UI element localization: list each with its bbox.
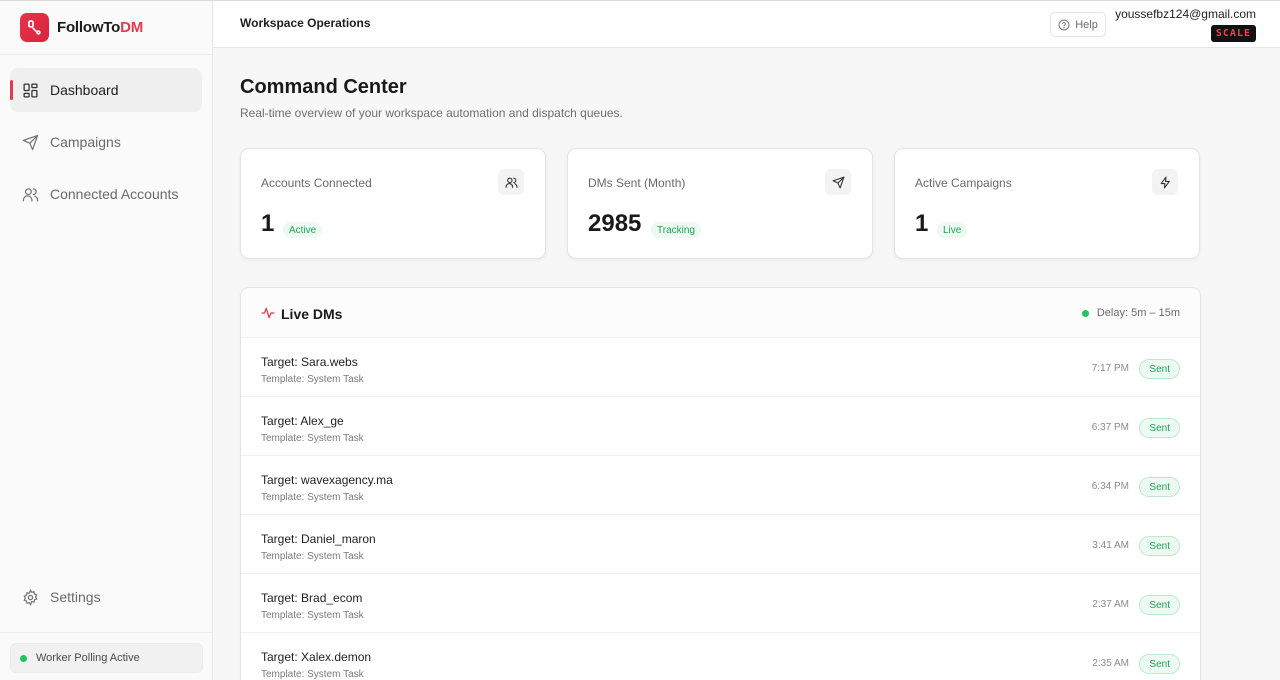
status-badge: Active [283,222,323,238]
live-dms-title: Live DMs [281,306,343,322]
send-icon [22,134,39,150]
worker-status-area: Worker Polling Active [0,632,212,680]
dm-template: Template: System Task [261,374,364,385]
dm-target: Target: Xalex.demon [261,650,372,664]
status-badge: Live [937,222,968,238]
stat-value: 1 [261,210,275,237]
dm-time: 6:37 PM [1091,422,1129,433]
dm-status-badge: Sent [1139,359,1180,379]
dm-target: Target: wavexagency.ma [261,473,393,487]
plan-badge: SCALE [1210,25,1256,42]
worker-status-text: Worker Polling Active [36,652,140,664]
page-subtitle: Real-time overview of your workspace aut… [240,106,623,120]
sidebar-item-connected-accounts[interactable]: Connected Accounts [10,172,202,216]
dm-row[interactable]: Target: Daniel_maron Template: System Ta… [241,515,1200,574]
dm-status-badge: Sent [1139,595,1180,615]
send-icon [825,169,851,195]
app-logo-icon [20,13,49,42]
page-title: Command Center [240,76,407,98]
dm-target: Target: Brad_ecom [261,591,363,605]
dm-time: 6:34 PM [1091,481,1129,492]
dm-time: 2:37 AM [1092,599,1129,610]
stat-card-campaigns: Active Campaigns 1 Live [894,148,1200,259]
workspace-title: Workspace Operations [240,16,371,30]
delay-text: Delay: 5m – 15m [1096,307,1180,319]
stat-label: Accounts Connected [261,176,372,190]
dashboard-grid-icon [23,82,38,98]
dm-row[interactable]: Target: Sara.webs Template: System Task … [241,338,1200,397]
stat-card-accounts: Accounts Connected 1 Active [240,148,546,259]
dm-status-badge: Sent [1139,536,1180,556]
brand-name: FollowToDM [57,19,144,36]
sidebar-item-dashboard[interactable]: Dashboard [10,68,202,112]
dm-time: 3:41 AM [1092,540,1129,551]
sidebar: FollowToDM Dashboard Campaigns Connected… [0,0,213,680]
dm-time: 7:17 PM [1091,363,1129,374]
dm-template: Template: System Task [261,610,364,621]
dm-template: Template: System Task [261,551,364,562]
dm-template: Template: System Task [261,669,364,680]
sidebar-item-label: Campaigns [50,134,121,150]
dm-target: Target: Alex_ge [261,414,344,428]
user-email[interactable]: youssefbz124@gmail.com [1115,7,1256,21]
stat-card-dms-sent: DMs Sent (Month) 2985 Tracking [567,148,873,259]
stat-label: DMs Sent (Month) [588,176,686,190]
status-dot-icon [20,654,27,662]
stat-value: 1 [915,210,929,237]
sidebar-item-label: Dashboard [50,82,119,98]
status-dot-icon [1081,309,1089,317]
status-badge: Tracking [651,222,701,238]
sidebar-item-campaigns[interactable]: Campaigns [10,120,202,164]
brand[interactable]: FollowToDM [0,1,212,55]
users-icon [22,187,39,202]
dm-status-badge: Sent [1139,418,1180,438]
activity-icon [261,307,275,319]
dm-row[interactable]: Target: wavexagency.ma Template: System … [241,456,1200,515]
dm-target: Target: Daniel_maron [261,532,376,546]
dm-row[interactable]: Target: Xalex.demon Template: System Tas… [241,633,1200,680]
dm-target: Target: Sara.webs [261,355,358,369]
live-dms-panel: Live DMs Delay: 5m – 15m Target: Sara.we… [240,287,1201,680]
dm-template: Template: System Task [261,492,364,503]
dm-row[interactable]: Target: Brad_ecom Template: System Task … [241,574,1200,633]
sidebar-item-label: Connected Accounts [50,186,179,202]
live-dms-header: Live DMs Delay: 5m – 15m [241,288,1200,338]
sidebar-item-settings[interactable]: Settings [10,575,203,619]
gear-icon [23,588,38,606]
delay-indicator: Delay: 5m – 15m [1081,307,1180,319]
help-circle-icon [1058,19,1070,30]
worker-status: Worker Polling Active [10,643,203,673]
main-content: Command Center Real-time overview of you… [213,48,1280,680]
stat-value: 2985 [588,210,642,237]
settings-label: Settings [50,589,101,605]
dm-row[interactable]: Target: Alex_ge Template: System Task 6:… [241,397,1200,456]
dm-template: Template: System Task [261,433,364,444]
help-button[interactable]: Help [1050,12,1106,37]
sidebar-nav: Dashboard Campaigns Connected Accounts [0,55,212,216]
zap-icon [1152,169,1178,195]
users-icon [498,169,524,195]
help-label: Help [1075,18,1098,31]
dm-status-badge: Sent [1139,654,1180,674]
topbar: Workspace Operations Help youssefbz124@g… [213,0,1280,48]
stat-label: Active Campaigns [915,176,1012,190]
dm-time: 2:35 AM [1092,658,1129,669]
dm-status-badge: Sent [1139,477,1180,497]
